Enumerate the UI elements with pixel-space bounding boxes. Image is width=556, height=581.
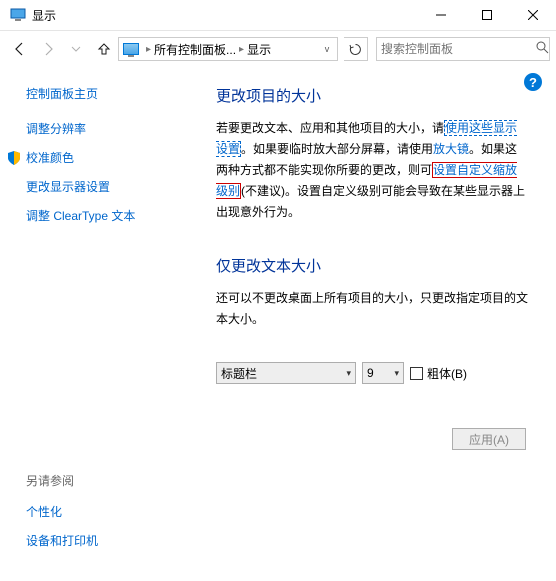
breadcrumb-current[interactable]: 显示 bbox=[247, 41, 271, 58]
search-box[interactable] bbox=[376, 37, 550, 61]
close-button[interactable] bbox=[510, 0, 556, 31]
content: 控制面板主页 调整分辨率 校准颜色 更改显示器设置 调整 ClearType 文… bbox=[0, 67, 556, 581]
bold-checkbox[interactable]: 粗体(B) bbox=[410, 365, 467, 382]
chevron-down-icon: ▾ bbox=[346, 368, 351, 379]
apply-button[interactable]: 应用(A) bbox=[452, 428, 526, 450]
back-button[interactable] bbox=[6, 35, 34, 63]
size-dropdown[interactable]: 9 ▾ bbox=[362, 362, 404, 384]
control-panel-icon bbox=[123, 43, 139, 55]
link-magnifier[interactable]: 放大镜 bbox=[433, 142, 469, 156]
sidebar-link-calibrate[interactable]: 校准颜色 bbox=[26, 149, 200, 166]
minimize-button[interactable] bbox=[418, 0, 464, 31]
text-size-controls: 标题栏 ▾ 9 ▾ 粗体(B) bbox=[216, 362, 528, 384]
chevron-right-icon: ▸ bbox=[236, 44, 247, 55]
window-controls bbox=[418, 0, 556, 31]
breadcrumb-root[interactable]: 所有控制面板... bbox=[154, 41, 236, 58]
titlebar: 显示 bbox=[0, 0, 556, 31]
checkbox-box bbox=[410, 367, 423, 380]
help-icon[interactable]: ? bbox=[524, 73, 542, 91]
sidebar-link-cleartype[interactable]: 调整 ClearType 文本 bbox=[26, 207, 200, 224]
item-dropdown[interactable]: 标题栏 ▾ bbox=[216, 362, 356, 384]
paragraph-change-size: 若要更改文本、应用和其他项目的大小，请使用这些显示设置。如果要临时放大部分屏幕，… bbox=[216, 118, 528, 223]
recent-dropdown[interactable] bbox=[62, 35, 90, 63]
forward-button[interactable] bbox=[34, 35, 62, 63]
maximize-button[interactable] bbox=[464, 0, 510, 31]
paragraph-text-only: 还可以不更改桌面上所有项目的大小，只更改指定项目的文本大小。 bbox=[216, 288, 528, 330]
refresh-button[interactable] bbox=[344, 37, 368, 61]
see-also-header: 另请参阅 bbox=[26, 472, 98, 489]
section-title-text-only: 仅更改文本大小 bbox=[216, 255, 528, 276]
chevron-down-icon: ▾ bbox=[394, 368, 399, 379]
section-title-change-size: 更改项目的大小 bbox=[216, 85, 528, 106]
main-panel: ? 更改项目的大小 若要更改文本、应用和其他项目的大小，请使用这些显示设置。如果… bbox=[200, 67, 556, 581]
address-dropdown[interactable]: v bbox=[319, 44, 335, 54]
shield-icon bbox=[6, 150, 22, 166]
see-also-devices-printers[interactable]: 设备和打印机 bbox=[26, 532, 98, 549]
search-input[interactable] bbox=[381, 42, 536, 56]
navbar: ▸ 所有控制面板... ▸ 显示 v bbox=[0, 31, 556, 67]
chevron-right-icon: ▸ bbox=[143, 44, 154, 55]
search-icon[interactable] bbox=[536, 41, 549, 57]
address-bar[interactable]: ▸ 所有控制面板... ▸ 显示 v bbox=[118, 37, 338, 61]
up-button[interactable] bbox=[94, 35, 114, 63]
display-icon bbox=[10, 7, 26, 23]
titlebar-left: 显示 bbox=[0, 7, 56, 24]
control-panel-home-link[interactable]: 控制面板主页 bbox=[26, 85, 200, 102]
sidebar: 控制面板主页 调整分辨率 校准颜色 更改显示器设置 调整 ClearType 文… bbox=[0, 67, 200, 581]
window-title: 显示 bbox=[32, 7, 56, 24]
sidebar-link-resolution[interactable]: 调整分辨率 bbox=[26, 120, 200, 137]
sidebar-link-display-settings[interactable]: 更改显示器设置 bbox=[26, 178, 200, 195]
see-also-personalization[interactable]: 个性化 bbox=[26, 503, 98, 520]
see-also-section: 另请参阅 个性化 设备和打印机 bbox=[26, 472, 98, 561]
